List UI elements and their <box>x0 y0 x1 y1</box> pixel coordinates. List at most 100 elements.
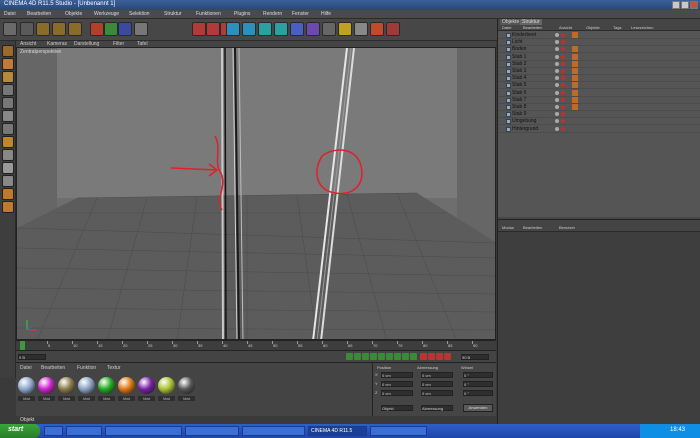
visibility-dot[interactable] <box>555 61 559 66</box>
uv-icon[interactable] <box>2 123 14 135</box>
coords-icon[interactable] <box>134 22 148 36</box>
deformer-icon[interactable] <box>290 22 304 36</box>
axis-x-icon[interactable] <box>90 22 104 36</box>
render-dot[interactable] <box>561 126 565 131</box>
render-dot[interactable] <box>561 54 565 59</box>
points-icon[interactable] <box>2 84 14 96</box>
object-row[interactable]: Hintergrund <box>498 126 700 133</box>
material-menu-3[interactable]: Textur <box>107 365 121 371</box>
size-field[interactable]: 0 cm <box>421 390 453 396</box>
object-row[interactable]: Stab 3 <box>498 68 700 75</box>
menu-0[interactable]: Datei <box>4 11 16 17</box>
render-dot[interactable] <box>561 105 565 109</box>
menu-3[interactable]: Werkzeuge <box>94 11 119 17</box>
visibility-dot[interactable] <box>555 33 559 37</box>
cube-icon[interactable] <box>226 22 240 36</box>
object-row[interactable]: Stab 5 <box>498 82 700 90</box>
axis-y-icon[interactable] <box>104 22 118 36</box>
pointer-icon[interactable] <box>20 22 34 36</box>
material-swatch[interactable] <box>98 377 115 394</box>
transport-button[interactable] <box>386 353 393 360</box>
taskbar-task[interactable] <box>44 426 63 436</box>
position-field[interactable]: 0 cm <box>381 381 413 387</box>
position-field[interactable]: 0 cm <box>381 390 413 396</box>
axis-z-icon[interactable] <box>118 22 132 36</box>
size-field[interactable]: 0 cm <box>421 381 453 387</box>
attribute-menu-0[interactable]: Modus <box>502 225 514 230</box>
object-row[interactable]: Stab 7 <box>498 96 700 104</box>
material-menu-2[interactable]: Funktion <box>77 365 96 371</box>
texture-tag-icon[interactable] <box>572 46 578 53</box>
object-row[interactable]: Stab 2 <box>498 60 700 68</box>
transport-button[interactable] <box>394 353 401 360</box>
object-menu-2[interactable]: Ansicht <box>559 25 572 30</box>
object-row[interactable]: Stab 1 <box>498 53 700 61</box>
menu-9[interactable]: Fenster <box>292 11 309 17</box>
timeline[interactable]: 051015202530354045505560657075808590 <box>16 340 496 350</box>
rotation-field[interactable]: 0 ° <box>463 381 493 387</box>
rotate-icon[interactable] <box>68 22 82 36</box>
render-dot[interactable] <box>561 61 565 66</box>
apply-button[interactable]: Anwenden <box>463 404 493 412</box>
axis-icon[interactable] <box>2 71 14 83</box>
undo-icon[interactable] <box>3 22 17 36</box>
paint-icon[interactable] <box>2 188 14 200</box>
material-swatch[interactable] <box>78 377 95 394</box>
object-row[interactable]: Kinderbeet <box>498 32 700 39</box>
transport-button[interactable] <box>444 353 451 360</box>
menu-4[interactable]: Selektion <box>129 11 150 17</box>
visibility-dot[interactable] <box>555 97 559 102</box>
scale-icon[interactable] <box>52 22 66 36</box>
lock-icon[interactable] <box>2 149 14 161</box>
close-button[interactable] <box>690 1 698 9</box>
object-row[interactable]: Boden <box>498 46 700 54</box>
size-field[interactable]: 0 cm <box>421 372 453 378</box>
viewport[interactable]: Zentralperspektive <box>16 47 496 340</box>
object-menu-1[interactable]: Bearbeiten <box>523 25 542 30</box>
end-frame-field[interactable]: 90 B <box>461 354 489 360</box>
subdivision-icon[interactable] <box>258 22 272 36</box>
taskbar-task[interactable]: CINEMA 4D R11.5 <box>308 426 367 436</box>
menu-5[interactable]: Struktur <box>164 11 182 17</box>
render-dot[interactable] <box>561 119 565 124</box>
edges-icon[interactable] <box>2 97 14 109</box>
material-swatch[interactable] <box>158 377 175 394</box>
render-pic-icon[interactable] <box>206 22 220 36</box>
scene-icon[interactable] <box>306 22 320 36</box>
menu-10[interactable]: Hilfe <box>321 11 331 17</box>
render-dot[interactable] <box>561 112 565 117</box>
timeline-playhead[interactable] <box>20 341 25 350</box>
material-menu-1[interactable]: Bearbeiten <box>41 365 65 371</box>
object-menu-5[interactable]: Lesezeichen <box>631 25 653 30</box>
polygons-icon[interactable] <box>2 110 14 122</box>
taskbar-task[interactable] <box>66 426 102 436</box>
texture-tag-icon[interactable] <box>572 104 578 110</box>
taskbar-task[interactable] <box>185 426 239 436</box>
menu-2[interactable]: Objekte <box>65 11 82 17</box>
visibility-dot[interactable] <box>555 69 559 73</box>
menu-6[interactable]: Funktionen <box>196 11 221 17</box>
visibility-dot[interactable] <box>555 47 559 52</box>
transport-button[interactable] <box>410 353 417 360</box>
array-icon[interactable] <box>274 22 288 36</box>
render-view-icon[interactable] <box>192 22 206 36</box>
scripts-icon[interactable] <box>370 22 384 36</box>
menu-1[interactable]: Bearbeiten <box>27 11 51 17</box>
visibility-dot[interactable] <box>555 54 559 59</box>
camera-icon[interactable] <box>322 22 336 36</box>
render-dot[interactable] <box>561 47 565 52</box>
material-swatch[interactable] <box>18 377 35 394</box>
transport-button[interactable] <box>346 353 353 360</box>
layout-icon[interactable] <box>386 22 400 36</box>
move-icon[interactable] <box>36 22 50 36</box>
pen-icon[interactable] <box>242 22 256 36</box>
tweak-icon[interactable] <box>2 136 14 148</box>
render-dot[interactable] <box>561 40 565 45</box>
render-dot[interactable] <box>561 69 565 73</box>
material-swatch[interactable] <box>58 377 75 394</box>
object-row[interactable]: Stab 4 <box>498 75 700 83</box>
texture-icon[interactable] <box>2 58 14 70</box>
coord-size-mode-select[interactable]: Abmessung <box>421 405 453 411</box>
texture-tag-icon[interactable] <box>572 75 578 82</box>
transport-button[interactable] <box>370 353 377 360</box>
